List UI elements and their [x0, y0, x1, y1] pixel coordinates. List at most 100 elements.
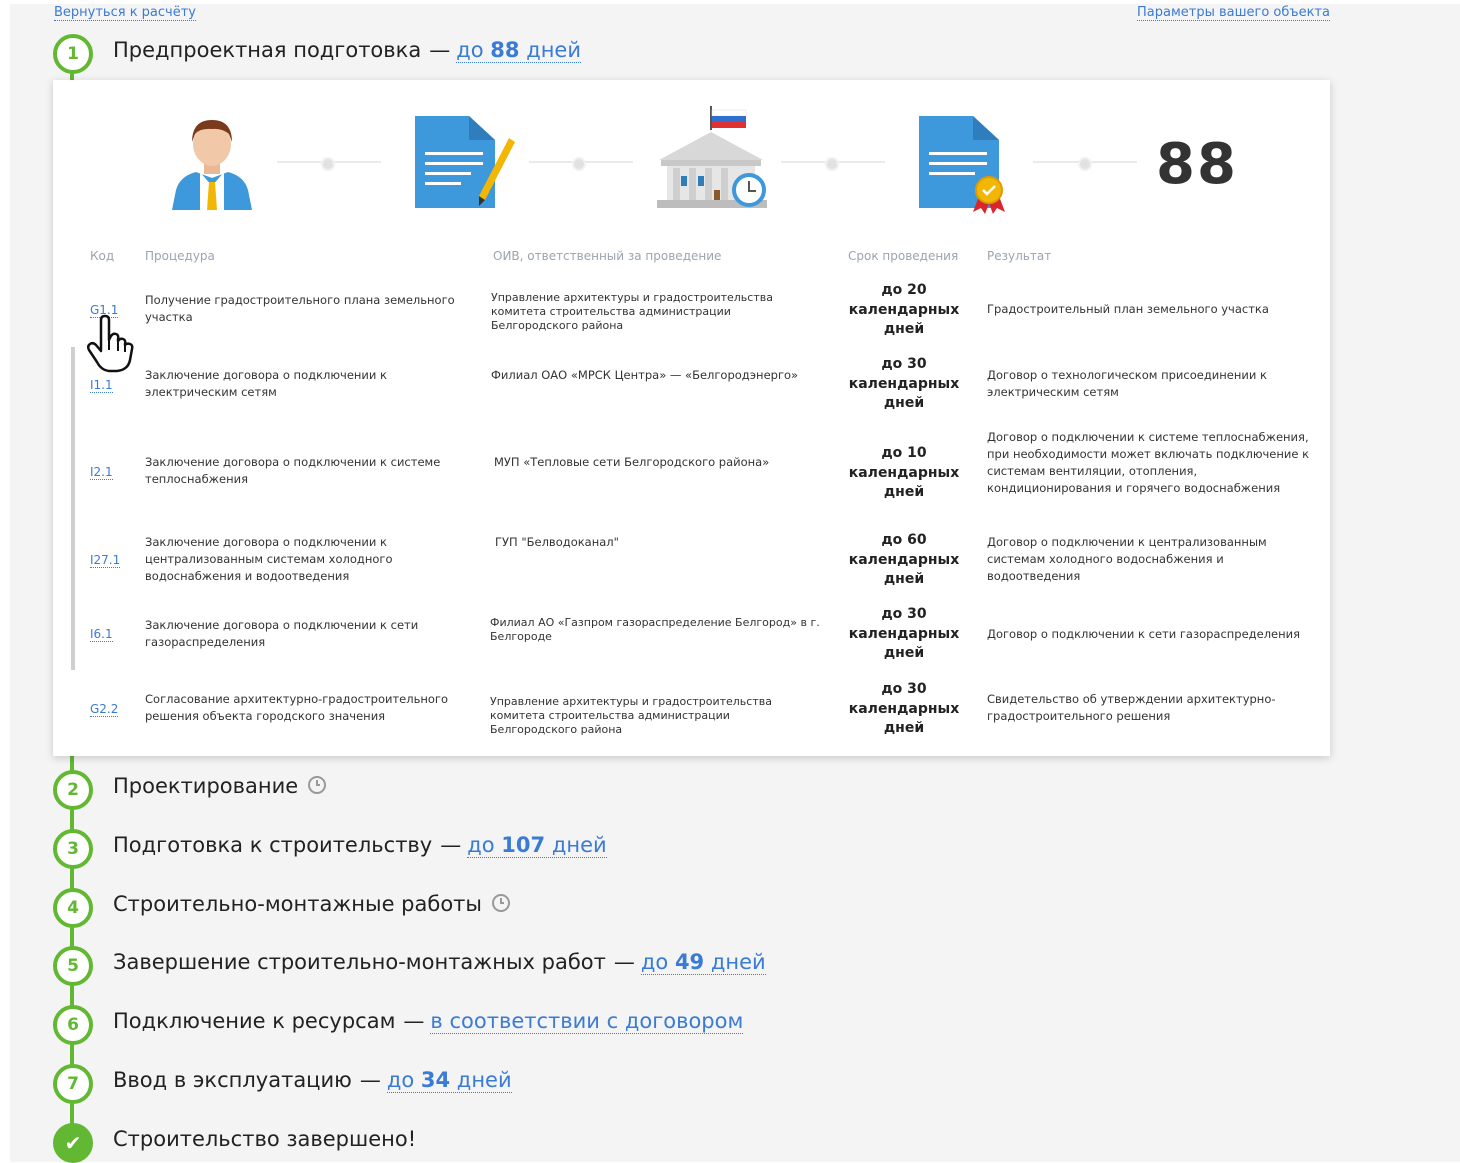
stage-title: Завершение строительно-монтажных работ [113, 950, 606, 974]
stage-title: Строительно-монтажные работы [113, 892, 482, 916]
stage-title: Ввод в эксплуатацию [113, 1068, 352, 1092]
term-suffix: дней [883, 395, 925, 411]
duration-suffix: дней [456, 1068, 512, 1092]
object-parameters-link[interactable]: Параметры вашего объекта [1137, 5, 1330, 21]
stage-duration-link[interactable]: до 107 дней [467, 833, 607, 858]
stage-dash: — [403, 1009, 425, 1033]
stage-dash: — [613, 950, 635, 974]
stage-title-row: Ввод в эксплуатацию — до 34 дней [113, 1068, 512, 1093]
timeline-dot [825, 157, 839, 171]
procedure-code-link[interactable]: I2.1 [90, 465, 113, 480]
header-result: Результат [987, 249, 1052, 263]
header-authority: ОИВ, ответственный за проведение [493, 249, 722, 263]
stage-title-row: Строительство завершено! [113, 1127, 416, 1151]
term-days: до 60 [881, 532, 927, 548]
term-days: до 10 [881, 445, 927, 461]
hand-pointer-cursor-icon [86, 314, 134, 373]
term-value: до 10 календарных дней [843, 444, 965, 503]
person-icon [172, 120, 252, 210]
term-value: до 30 календарных дней [843, 680, 965, 739]
stage-dash: — [429, 38, 451, 62]
header-code: Код [90, 249, 115, 263]
stage-1-details-panel: 88 Код Процедура ОИВ, ответственный за п… [53, 80, 1330, 756]
duration-suffix: дней [526, 38, 582, 62]
stage-duration-link[interactable]: до 88 дней [456, 38, 582, 63]
duration-number: 107 [501, 833, 546, 857]
timeline-dot [321, 157, 335, 171]
checkmark-icon: ✔ [53, 1123, 93, 1163]
stage-title: Подключение к ресурсам [113, 1009, 396, 1033]
stage-dash: — [440, 833, 462, 857]
timeline-dot [572, 157, 586, 171]
stage-number-badge: 2 [53, 770, 93, 810]
stage-title: Строительство завершено! [113, 1127, 417, 1151]
term-days: до 30 [881, 356, 927, 372]
term-days: до 30 [881, 681, 927, 697]
authority-name: Филиал АО «Газпром газораспределение Бел… [490, 616, 820, 643]
authority-name: Управление архитектуры и градостроительс… [491, 291, 773, 332]
duration-suffix: дней [551, 833, 607, 857]
authority-name: ГУП "Белводоканал" [495, 535, 619, 549]
procedure-name: Заключение договора о подключении к сист… [145, 455, 441, 486]
stage-duration-link[interactable]: до 49 дней [640, 950, 766, 975]
duration-prefix: до [640, 950, 669, 974]
stage-title-row: Проектирование [113, 774, 327, 798]
stage-title-row: Завершение строительно-монтажных работ — д… [113, 950, 766, 975]
term-unit: календарных [848, 625, 960, 642]
procedure-name: Согласование архитектурно-градостроитель… [145, 692, 449, 723]
stage-number-badge: 7 [53, 1064, 93, 1104]
term-suffix: дней [883, 720, 925, 736]
term-unit: календарных [848, 464, 960, 481]
duration-number: 34 [420, 1068, 451, 1092]
stage-title-row: Подключение к ресурсам — в соответствии с … [113, 1009, 744, 1034]
row-group-indicator [71, 347, 75, 670]
back-to-calculation-link[interactable]: Вернуться к расчёту [54, 5, 196, 21]
procedure-name: Заключение договора о подключении к элек… [145, 368, 387, 399]
term-days: до 30 [881, 606, 927, 622]
procedure-code-link[interactable]: I6.1 [90, 627, 113, 642]
term-days: до 20 [881, 282, 927, 298]
result-text: Договор о подключении к системе теплосна… [987, 430, 1310, 495]
result-text: Договор о подключении к сети газораспред… [987, 627, 1301, 641]
government-building-icon [657, 106, 767, 208]
stage-title: Проектирование [113, 774, 299, 798]
procedure-code-link[interactable]: I27.1 [90, 553, 121, 568]
header-term: Срок проведения [848, 249, 959, 263]
term-suffix: дней [883, 321, 925, 337]
result-text: Градостроительный план земельного участк… [987, 302, 1269, 316]
timeline-dot [1078, 157, 1092, 171]
stage-title-row: Подготовка к строительству — до 107 дней [113, 833, 607, 858]
stage-duration-link[interactable]: до 34 дней [386, 1068, 512, 1093]
duration-prefix: до [467, 833, 495, 857]
duration-number: 49 [674, 950, 705, 974]
procedure-code-link[interactable]: G2.2 [90, 702, 119, 717]
clock-icon [492, 894, 510, 912]
duration-number: 88 [490, 38, 520, 62]
term-suffix: дней [883, 484, 925, 500]
header-procedure: Процедура [145, 249, 215, 263]
procedure-code-link[interactable]: I1.1 [90, 378, 113, 393]
procedure-name: Получение градостроительного плана земел… [145, 293, 455, 324]
stage-number-badge: 3 [53, 829, 93, 869]
duration-prefix: до [456, 38, 484, 62]
authority-name: Филиал ОАО «МРСК Центра» — «Белгородэнер… [491, 368, 799, 382]
stage-title: Предпроектная подготовка [113, 38, 422, 62]
stage-number-badge: 1 [53, 34, 93, 74]
stage-duration-link[interactable]: в соответствии с договором [430, 1009, 744, 1034]
procedure-name: Заключение договора о подключении к сети… [145, 618, 419, 649]
stage-title-row: Предпроектная подготовка — до 88 дней [113, 38, 582, 63]
result-text: Договор о технологическом присоединении … [987, 368, 1267, 399]
stage-number-badge: 4 [53, 888, 93, 928]
term-unit: календарных [848, 700, 960, 717]
result-text: Свидетельство об утверждении архитектурн… [987, 692, 1276, 723]
term-unit: календарных [848, 551, 960, 568]
term-value: до 20 календарных дней [843, 281, 965, 340]
term-suffix: дней [883, 645, 925, 661]
term-suffix: дней [883, 571, 925, 587]
clock-icon [308, 776, 327, 794]
stage-number-badge: 5 [53, 946, 93, 986]
term-value: до 60 календарных дней [843, 531, 965, 590]
result-text: Договор о подключении к централизованным… [987, 535, 1267, 583]
stage-dash: — [359, 1068, 381, 1092]
stage-number-badge: 6 [53, 1005, 93, 1045]
